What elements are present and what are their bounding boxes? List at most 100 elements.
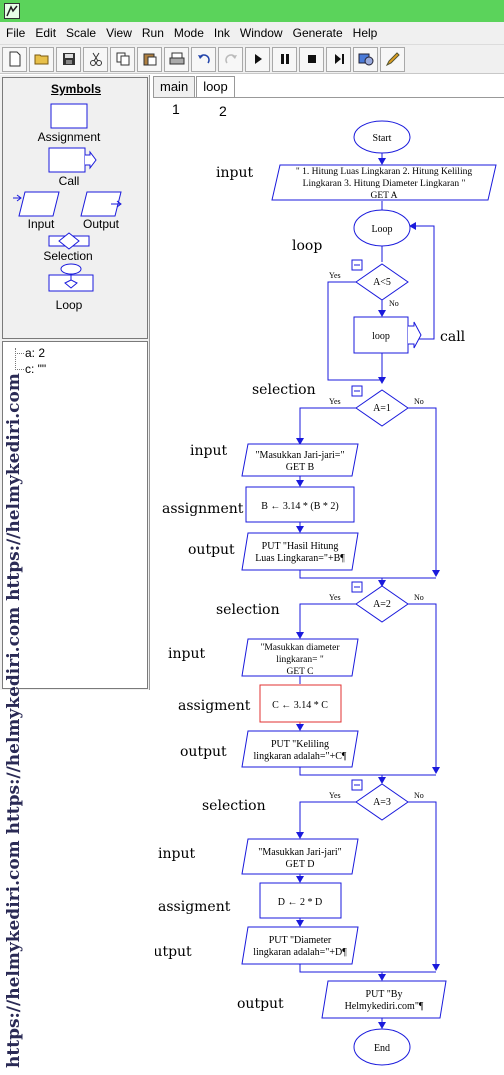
symbols-palette: Symbols Assignment Call Input Output Sel…: [2, 77, 148, 339]
svg-text:Loop: Loop: [371, 224, 392, 235]
undo-icon[interactable]: [191, 46, 216, 72]
menu-help[interactable]: Help: [348, 22, 383, 44]
svg-text:GET D: GET D: [286, 859, 315, 870]
menu-generate[interactable]: Generate: [288, 22, 348, 44]
svg-text:GET B: GET B: [286, 462, 315, 473]
pen-icon[interactable]: [380, 46, 405, 72]
assign-area-block[interactable]: B ← 3.14 * (B * 2): [245, 486, 355, 523]
menu-bar: File Edit Scale View Run Mode Ink Window…: [0, 22, 504, 44]
call-symbol[interactable]: [48, 147, 97, 173]
sel1-yes-label: Yes: [329, 397, 341, 406]
end-terminal[interactable]: End: [353, 1028, 411, 1066]
selection-a1[interactable]: A=1: [351, 385, 409, 427]
svg-text:C ← 3.14 * C: C ← 3.14 * C: [272, 700, 328, 711]
input-menu-block[interactable]: " 1. Hitung Luas Lingkaran 2. Hitung Kel…: [271, 164, 497, 201]
loop-no-label: No: [389, 299, 399, 308]
svg-text:B ← 3.14 * (B * 2): B ← 3.14 * (B * 2): [261, 501, 339, 512]
menu-window[interactable]: Window: [235, 22, 288, 44]
annotation-output-1: output: [188, 542, 235, 558]
svg-text:" 1. Hitung Luas Lingkaran 2.: " 1. Hitung Luas Lingkaran 2. Hitung Kel…: [296, 167, 472, 177]
menu-run[interactable]: Run: [137, 22, 169, 44]
assign-diameter-block[interactable]: D ← 2 * D: [259, 882, 342, 919]
new-file-icon[interactable]: [2, 46, 27, 72]
menu-file[interactable]: File: [0, 22, 30, 44]
sel1-no-label: No: [414, 397, 424, 406]
redo-icon[interactable]: [218, 46, 243, 72]
stop-icon[interactable]: [299, 46, 324, 72]
start-terminal[interactable]: Start: [353, 120, 411, 154]
annotation-output-2: output: [180, 744, 227, 760]
svg-text:"Masukkan Jari-jari": "Masukkan Jari-jari": [258, 847, 341, 858]
loop-symbol[interactable]: [48, 263, 94, 292]
menu-scale[interactable]: Scale: [61, 22, 101, 44]
annotation-input-4: input: [158, 846, 195, 862]
selection-symbol[interactable]: [48, 232, 90, 250]
annotation-output-4: output: [237, 996, 284, 1012]
cut-icon[interactable]: [83, 46, 108, 72]
loop-condition[interactable]: A<5: [351, 259, 409, 301]
svg-text:GET C: GET C: [286, 667, 313, 677]
annotation-selection-3: selection: [202, 798, 266, 814]
save-icon[interactable]: [56, 46, 81, 72]
selection-a2[interactable]: A=2: [351, 581, 409, 623]
window-titlebar: [0, 0, 504, 22]
menu-ink[interactable]: Ink: [209, 22, 235, 44]
svg-text:lingkaran adalah="+D¶: lingkaran adalah="+D¶: [253, 947, 347, 958]
svg-text:lingkaran adalah="+C¶: lingkaran adalah="+C¶: [254, 751, 347, 762]
output-circumference-block[interactable]: PUT "Keliling lingkaran adalah="+C¶: [241, 730, 359, 768]
sel2-yes-label: Yes: [329, 593, 341, 602]
tab-main[interactable]: main: [153, 76, 196, 98]
input-diameter-block[interactable]: "Masukkan diameter lingkaran= " GET C: [241, 638, 359, 677]
svg-text:loop: loop: [372, 331, 390, 342]
annotation-input-1: input: [216, 165, 253, 181]
symbol-shapes: [13, 103, 122, 292]
tab-loop[interactable]: loop: [196, 76, 235, 98]
menu-view[interactable]: View: [101, 22, 137, 44]
output-label: Output: [82, 217, 120, 231]
svg-text:A=3: A=3: [373, 797, 391, 808]
call-label: Call: [58, 174, 80, 188]
menu-edit[interactable]: Edit: [30, 22, 61, 44]
call-loop-block[interactable]: loop: [353, 316, 422, 354]
assignment-symbol[interactable]: [50, 103, 88, 129]
pause-icon[interactable]: [272, 46, 297, 72]
loop-start[interactable]: Loop: [353, 209, 411, 247]
annotation-output-3: output: [155, 944, 192, 960]
svg-text:End: End: [374, 1043, 390, 1054]
copy-icon[interactable]: [110, 46, 135, 72]
variable-a[interactable]: a: 2: [25, 346, 45, 360]
output-diameter-block[interactable]: PUT "Diameter lingkaran adalah="+D¶: [241, 926, 359, 965]
svg-text:D ← 2 * D: D ← 2 * D: [278, 897, 322, 908]
svg-text:A=2: A=2: [373, 599, 391, 610]
svg-text:"Masukkan Jari-jari=": "Masukkan Jari-jari=": [255, 450, 344, 461]
print-icon[interactable]: [164, 46, 189, 72]
paste-icon[interactable]: [137, 46, 162, 72]
tab-bar: main loop: [153, 76, 236, 98]
output-credit-block[interactable]: PUT "By Helmykediri.com"¶: [321, 980, 447, 1019]
annotation-assigment-2: assigment: [178, 698, 251, 714]
svg-text:PUT "Diameter: PUT "Diameter: [269, 935, 332, 946]
annotation-assignment-1: assignment: [162, 501, 244, 517]
selection-label: Selection: [43, 249, 93, 263]
svg-text:Lingkaran 3. Hitung Diameter L: Lingkaran 3. Hitung Diameter Lingkaran ": [303, 179, 466, 189]
input-symbol[interactable]: [18, 191, 60, 217]
variable-c[interactable]: c: "": [25, 362, 46, 376]
sel3-no-label: No: [414, 791, 424, 800]
annotation-input-3: input: [168, 646, 205, 662]
output-area-block[interactable]: PUT "Hasil Hitung Luas Lingkaran="+B¶: [241, 532, 359, 571]
raptor-app-icon[interactable]: [4, 3, 20, 19]
input-radius-d-block[interactable]: "Masukkan Jari-jari" GET D: [241, 838, 359, 875]
annotation-call: call: [440, 329, 466, 345]
input-label: Input: [27, 217, 55, 231]
assignment-label: Assignment: [37, 130, 101, 144]
assign-circumference-block[interactable]: C ← 3.14 * C: [259, 684, 342, 723]
sel3-yes-label: Yes: [329, 791, 341, 800]
debug-icon[interactable]: [353, 46, 378, 72]
step-icon[interactable]: [326, 46, 351, 72]
menu-mode[interactable]: Mode: [169, 22, 209, 44]
selection-a3[interactable]: A=3: [351, 779, 409, 821]
play-icon[interactable]: [245, 46, 270, 72]
toolbar: [0, 44, 504, 74]
input-radius-block[interactable]: "Masukkan Jari-jari=" GET B: [241, 443, 359, 477]
open-folder-icon[interactable]: [29, 46, 54, 72]
